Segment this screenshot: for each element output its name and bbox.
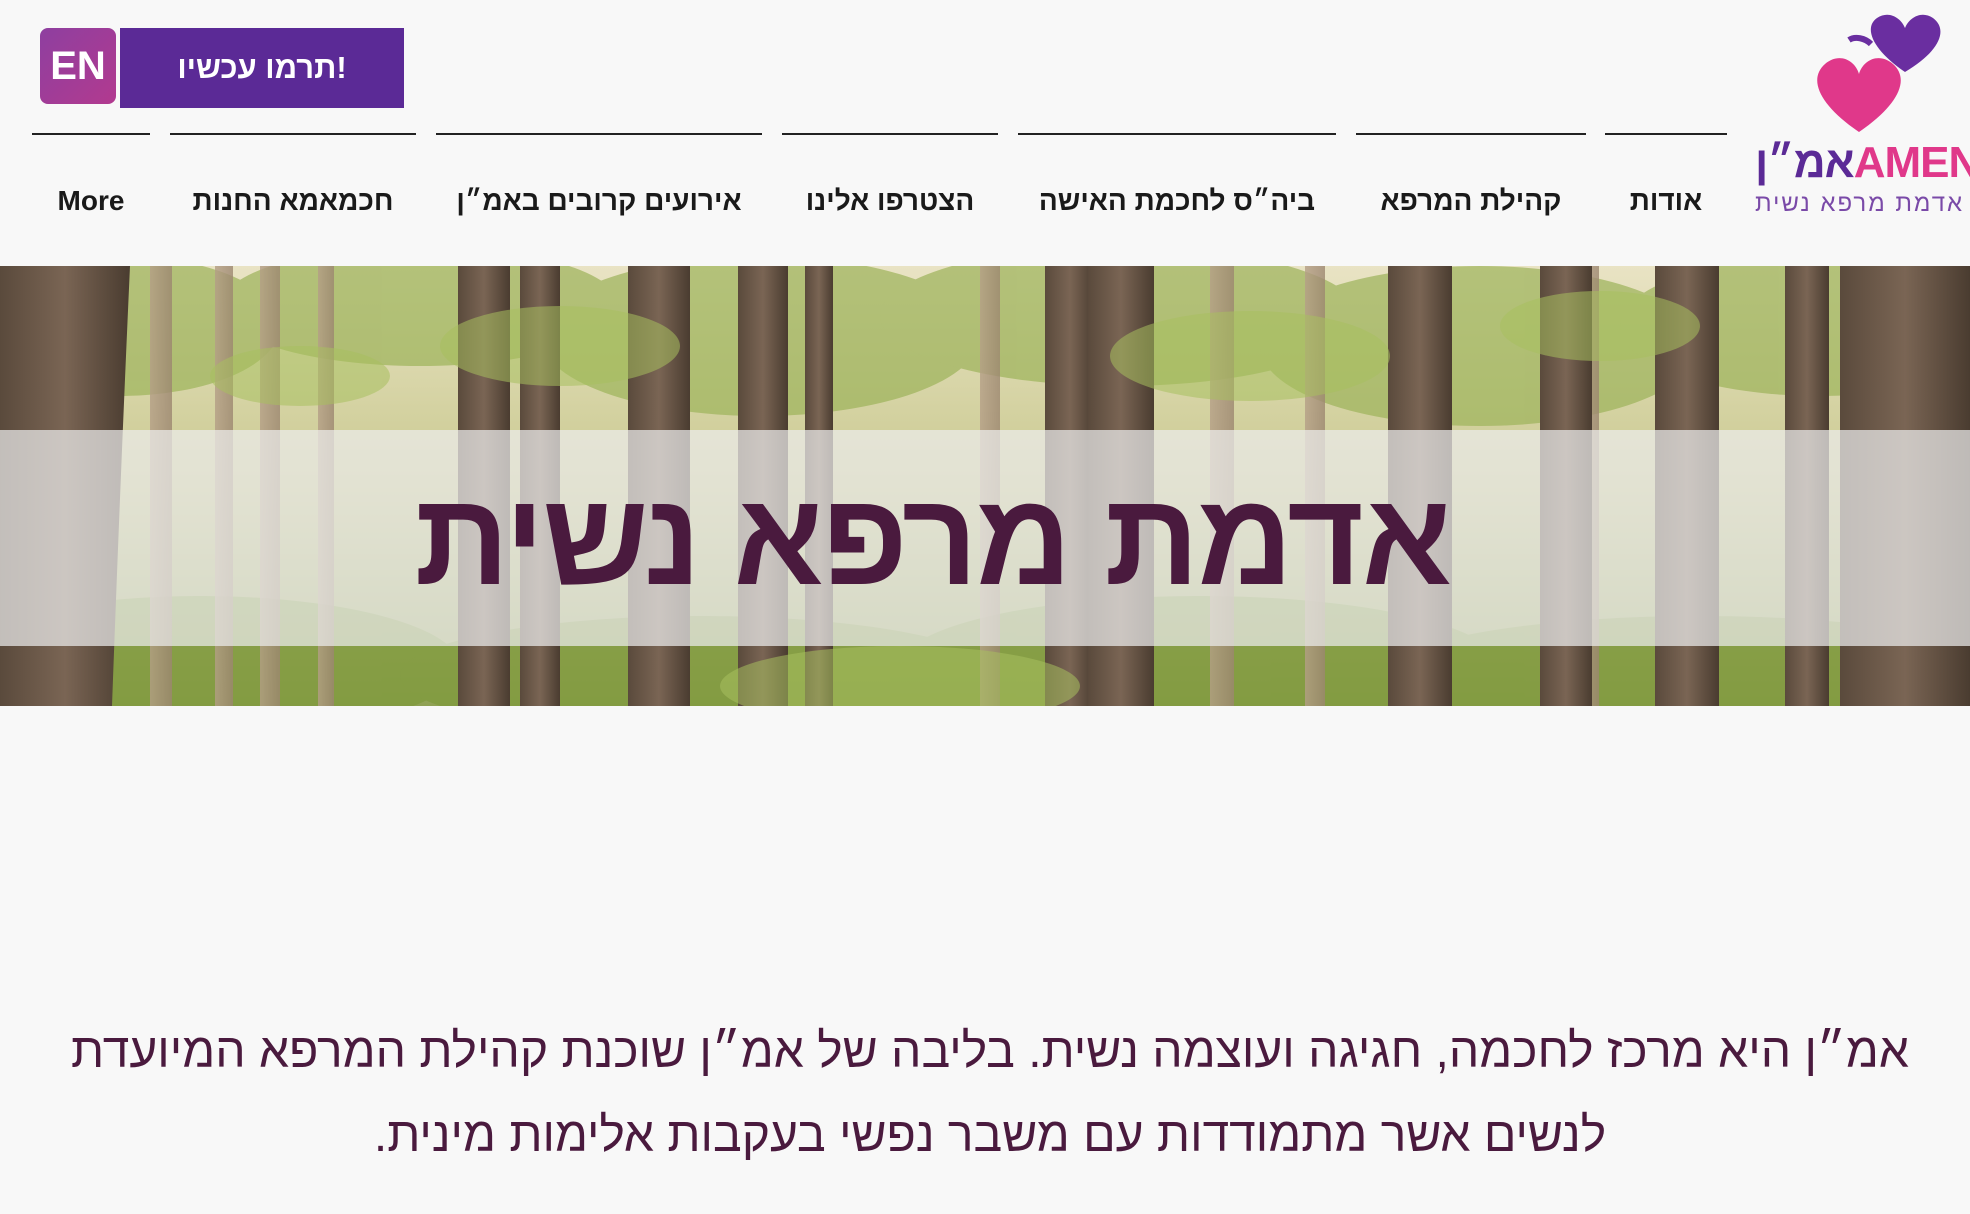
site-header: EN תרמו עכשיו! אמ״ןAMEN אדמת מרפא נשית א… xyxy=(0,0,1970,266)
nav-item-womens-wisdom-school[interactable]: ביה״ס לחכמת האישה xyxy=(1018,133,1336,275)
nav-label: הצטרפו אלינו xyxy=(805,185,975,216)
nav-label: ביה״ס לחכמת האישה xyxy=(1038,185,1316,216)
nav-item-upcoming-events[interactable]: אירועים קרובים באמ״ן xyxy=(436,133,762,275)
logo-wordmark: אמ״ןAMEN xyxy=(1755,138,1970,188)
nav-label: More xyxy=(57,185,125,216)
logo-tagline: אדמת מרפא נשית xyxy=(1755,190,1965,217)
hero-banner: אדמת מרפא נשית xyxy=(0,266,1970,706)
hearts-logo-icon xyxy=(1817,14,1941,132)
donate-button[interactable]: תרמו עכשיו! xyxy=(120,28,404,108)
intro-paragraph: אמ״ן היא מרכז לחכמה, חגיגה ועוצמה נשית. … xyxy=(71,1025,1909,1162)
nav-label: חכמאמא החנות xyxy=(192,185,394,216)
nav-label: אירועים קרובים באמ״ן xyxy=(456,185,742,216)
language-switch-button[interactable]: EN xyxy=(40,28,116,104)
nav-item-about[interactable]: אודות xyxy=(1605,133,1727,275)
nav-label: אודות xyxy=(1629,185,1703,216)
site-logo[interactable]: אמ״ןAMEN אדמת מרפא נשית xyxy=(1755,10,1970,220)
nav-item-shop[interactable]: חכמאמא החנות xyxy=(170,133,416,275)
hero-title-container: אדמת מרפא נשית xyxy=(0,430,1845,646)
hero-title: אדמת מרפא נשית xyxy=(414,464,1452,612)
nav-item-healing-community[interactable]: קהילת המרפא xyxy=(1356,133,1586,275)
logo-hebrew-word: אמ״ן xyxy=(1755,138,1855,187)
nav-item-more[interactable]: More xyxy=(32,133,150,275)
logo-latin-word: AMEN xyxy=(1853,138,1970,187)
nav-label: קהילת המרפא xyxy=(1380,185,1562,216)
nav-item-join-us[interactable]: הצטרפו אלינו xyxy=(782,133,998,275)
